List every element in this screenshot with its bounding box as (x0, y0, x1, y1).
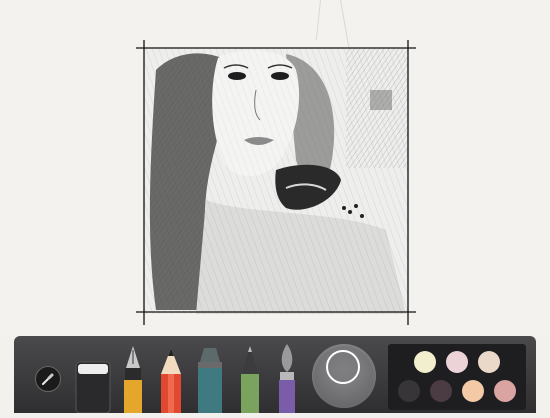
eyedropper-icon[interactable] (35, 366, 61, 392)
color-palette (388, 344, 526, 410)
sketch-portrait (136, 40, 416, 325)
palette-swatch[interactable] (398, 380, 420, 402)
palette-swatch[interactable] (414, 351, 436, 373)
selected-color-ring (326, 350, 360, 384)
watercolor-brush-icon[interactable] (276, 344, 298, 418)
color-wheel-icon[interactable] (312, 344, 376, 408)
palette-swatch[interactable] (430, 380, 452, 402)
eraser-icon[interactable] (74, 360, 112, 418)
outline-pen-icon[interactable] (238, 346, 262, 418)
marker-icon[interactable] (196, 348, 224, 418)
palette-swatch[interactable] (494, 380, 516, 402)
palette-swatch[interactable] (446, 351, 468, 373)
canvas-stroke (315, 0, 321, 40)
tool-tray (14, 336, 536, 414)
drawing-canvas[interactable] (0, 0, 550, 335)
palette-swatch[interactable] (478, 351, 500, 373)
fountain-pen-icon[interactable] (122, 346, 144, 418)
palette-swatch[interactable] (462, 380, 484, 402)
pencil-icon[interactable] (159, 348, 183, 418)
